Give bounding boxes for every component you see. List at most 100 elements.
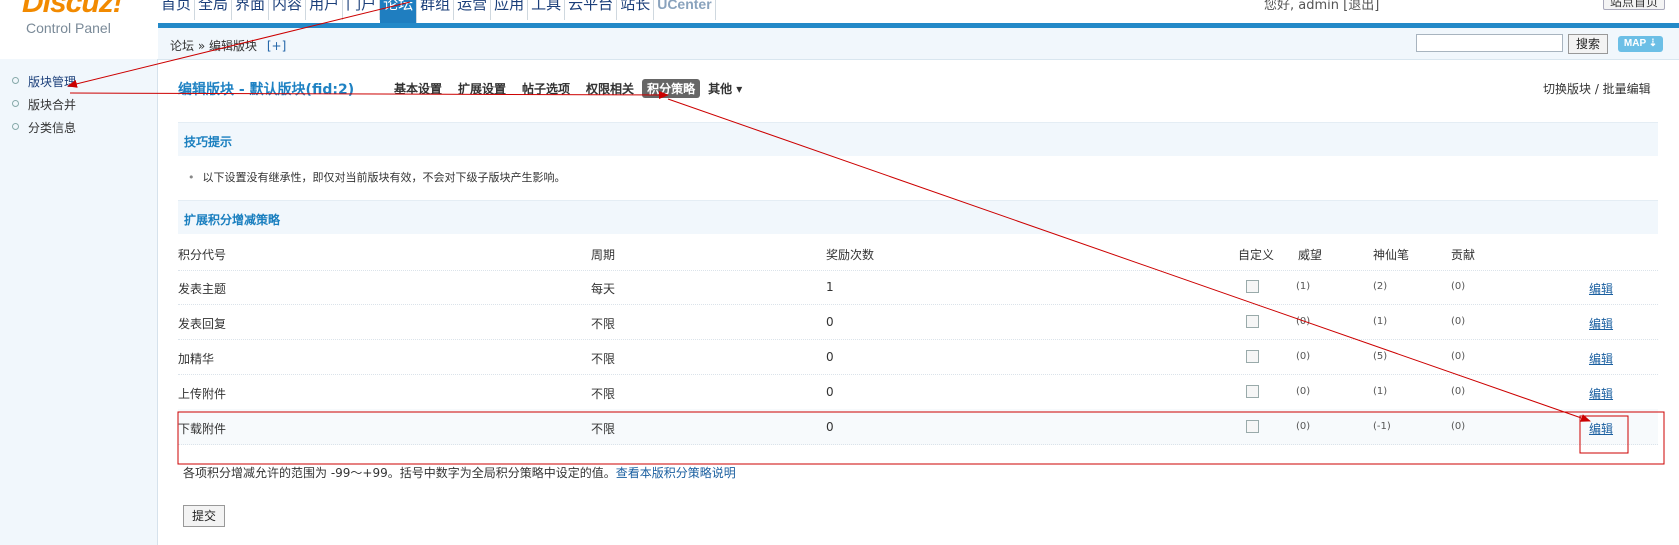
top-nav-item[interactable]: 用户 (306, 0, 344, 20)
top-nav-item[interactable]: 首页 (158, 0, 196, 20)
table-row: 下载附件 不限 0 (0) (-1) (0) 编辑 (178, 409, 1658, 445)
row-prestige: (0) (1296, 316, 1311, 327)
strategy-help-link[interactable]: 查看本版积分策略说明 (616, 466, 736, 480)
top-nav-label: 门户 (346, 0, 377, 13)
tab-item[interactable]: 积分策略 (642, 79, 701, 98)
row-name: 下载附件 (178, 422, 227, 436)
row-contrib: (0) (1451, 386, 1466, 397)
top-nav-label: 云平台 (568, 0, 614, 13)
row-pen: (2) (1373, 281, 1388, 292)
top-nav-item[interactable]: 内容 (269, 0, 307, 20)
table-header-row: 积分代号 周期 奖励次数 自定义 威望 神仙笔 贡献 (178, 235, 1658, 271)
table-row: 发表主题 每天 1 (1) (2) (0) 编辑 (178, 269, 1658, 305)
bullet-icon: • (188, 171, 195, 184)
table-row: 上传附件 不限 0 (0) (1) (0) 编辑 (178, 374, 1658, 410)
top-nav-label: 应用 (494, 0, 525, 13)
top-nav-item[interactable]: 运营 (454, 0, 492, 20)
top-nav-item[interactable]: 工具 (528, 0, 566, 20)
top-nav-item[interactable]: 群组 (417, 0, 455, 20)
row-cycle: 不限 (591, 422, 616, 436)
tip-content: 以下设置没有继承性，即仅对当前版块有效，不会对下级子版块产生影响。 (202, 171, 566, 184)
col-header-times: 奖励次数 (826, 248, 875, 262)
row-pen: (-1) (1373, 421, 1391, 432)
table-row: 发表回复 不限 0 (0) (1) (0) 编辑 (178, 304, 1658, 340)
row-prestige: (0) (1296, 421, 1311, 432)
tab-item[interactable]: 权限相关 (586, 79, 634, 98)
top-nav-label: 工具 (531, 0, 562, 13)
top-nav-label: 运营 (457, 0, 488, 13)
breadcrumb-root[interactable]: 论坛 (170, 39, 194, 53)
control-panel-label: Control Panel (26, 20, 111, 36)
breadcrumb-current: 编辑版块 (209, 39, 258, 53)
table-row: 加精华 不限 0 (0) (5) (0) 编辑 (178, 339, 1658, 375)
top-nav-item[interactable]: 论坛 (380, 0, 418, 24)
top-nav-label: 论坛 (383, 0, 414, 13)
row-cycle: 不限 (591, 317, 616, 331)
top-nav-item[interactable]: 全局 (195, 0, 233, 20)
submit-button[interactable]: 提交 (183, 505, 225, 527)
site-home-button[interactable]: 站点首页 (1603, 0, 1665, 10)
strategy-header: 扩展积分增减策略 (178, 200, 1658, 234)
page-title: 编辑版块 - 默认版块(fid:2) (178, 82, 355, 98)
sidebar-item-forum-merge[interactable]: 版块合并 (12, 96, 76, 113)
tab-bar: 基本设置 扩展设置 帖子选项 权限相关 积分策略 其他 ▾ (394, 79, 758, 98)
top-nav-label: 群组 (420, 0, 451, 13)
search-button[interactable]: 搜索 (1568, 34, 1608, 54)
row-prestige: (0) (1296, 351, 1311, 362)
tab-item[interactable]: 扩展设置 (458, 79, 506, 98)
top-nav-label: 站长 (620, 0, 651, 13)
row-name: 加精华 (178, 352, 215, 366)
switch-forum-links[interactable]: 切换版块 / 批量编辑 (1543, 80, 1651, 97)
sidebar-item-forum-manage[interactable]: 版块管理 (12, 73, 76, 90)
top-nav-label: 内容 (272, 0, 303, 13)
custom-checkbox[interactable] (1246, 315, 1259, 328)
map-button[interactable]: MAP ⇣ (1618, 36, 1663, 52)
edit-link[interactable]: 编辑 (1589, 385, 1613, 402)
row-pen: (5) (1373, 351, 1388, 362)
top-nav-item[interactable]: UCenter (654, 0, 716, 20)
discuz-logo[interactable]: Discuz! (22, 0, 123, 20)
row-pen: (1) (1373, 316, 1388, 327)
col-header-cycle: 周期 (591, 248, 616, 262)
row-name: 发表回复 (178, 317, 227, 331)
row-contrib: (0) (1451, 421, 1466, 432)
top-nav-label: 用户 (309, 0, 340, 13)
sidebar-item-label: 版块管理 (28, 75, 77, 89)
sidebar-item-label: 分类信息 (28, 121, 77, 135)
top-nav-item[interactable]: 站长 (617, 0, 655, 20)
search-input[interactable] (1416, 34, 1563, 52)
range-note: 各项积分增减允许的范围为 -99～+99。括号中数字为全局积分策略中设定的值。查… (183, 464, 736, 481)
breadcrumb: 论坛 » 编辑版块 [+] (170, 37, 286, 54)
user-greeting[interactable]: 您好, admin [退出] (1264, 0, 1379, 13)
tab-item[interactable]: 基本设置 (394, 79, 442, 98)
top-nav-item[interactable]: 云平台 (565, 0, 618, 20)
row-times: 1 (826, 280, 834, 294)
top-nav-item[interactable]: 界面 (232, 0, 270, 20)
edit-link[interactable]: 编辑 (1589, 420, 1613, 437)
edit-link[interactable]: 编辑 (1589, 350, 1613, 367)
range-note-text: 各项积分增减允许的范围为 -99～+99。括号中数字为全局积分策略中设定的值。 (183, 466, 616, 480)
top-nav-item[interactable]: 门户 (343, 0, 381, 20)
row-name: 发表主题 (178, 282, 227, 296)
tab-item[interactable]: 其他 ▾ (708, 79, 742, 98)
bullet-icon (12, 100, 19, 107)
top-nav-item[interactable]: 应用 (491, 0, 529, 20)
tab-item[interactable]: 帖子选项 (522, 79, 570, 98)
top-nav: 首页 全局 界面 内容 用户 门户 论坛 群组 运营 应用 工具 云平台 站长 UCenter (158, 0, 716, 24)
row-times: 0 (826, 385, 834, 399)
add-shortcut-link[interactable]: [+] (267, 39, 286, 53)
row-times: 0 (826, 315, 834, 329)
row-cycle: 不限 (591, 352, 616, 366)
row-cycle: 每天 (591, 282, 616, 296)
top-nav-label: 全局 (198, 0, 229, 13)
custom-checkbox[interactable] (1246, 385, 1259, 398)
row-contrib: (0) (1451, 351, 1466, 362)
breadcrumb-separator: » (197, 39, 206, 53)
custom-checkbox[interactable] (1246, 350, 1259, 363)
col-header-contrib: 贡献 (1451, 248, 1476, 262)
custom-checkbox[interactable] (1246, 280, 1259, 293)
edit-link[interactable]: 编辑 (1589, 280, 1613, 297)
custom-checkbox[interactable] (1246, 420, 1259, 433)
edit-link[interactable]: 编辑 (1589, 315, 1613, 332)
sidebar-item-category-info[interactable]: 分类信息 (12, 119, 76, 136)
